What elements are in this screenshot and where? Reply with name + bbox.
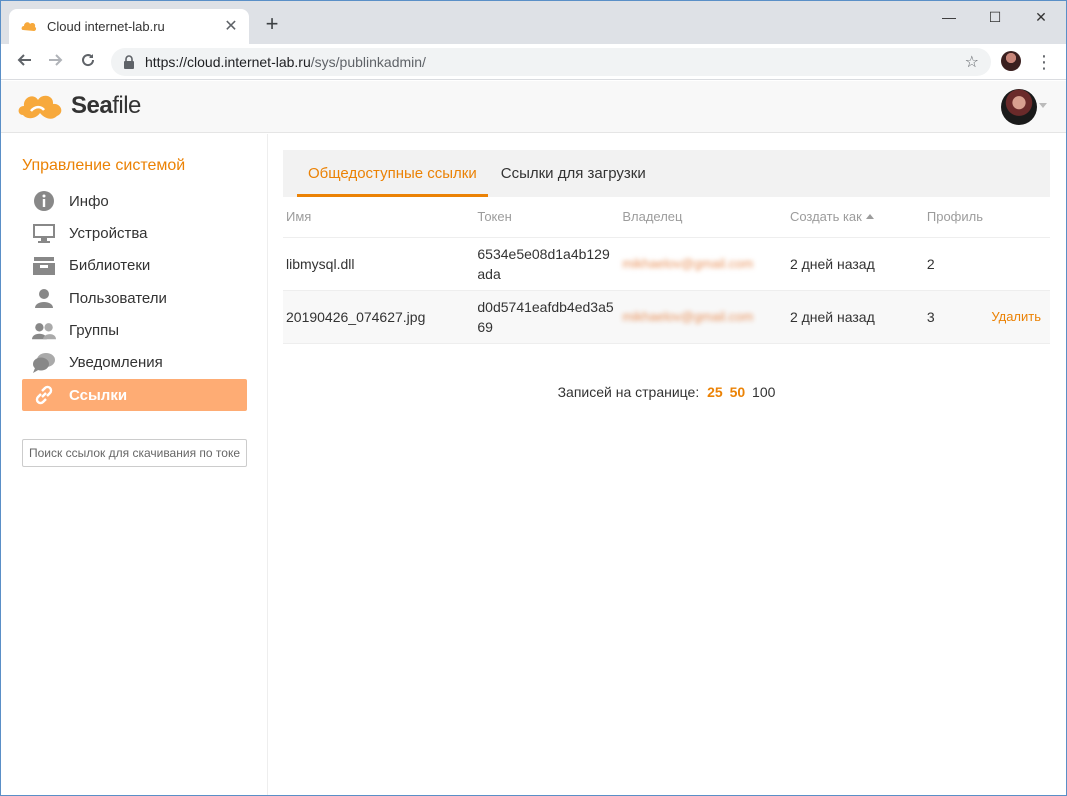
logo-text-bold: Sea: [71, 92, 113, 119]
sidebar-item-label: Группы: [69, 322, 119, 340]
seafile-logo-icon: [18, 95, 62, 119]
browser-menu-icon[interactable]: ⋮: [1035, 51, 1053, 73]
browser-window: Cloud internet-lab.ru ✕ + — ☐ ✕ https://…: [0, 0, 1067, 796]
pager-label: Записей на странице:: [557, 384, 700, 400]
sidebar-title: Управление системой: [22, 157, 186, 174]
reload-icon[interactable]: [77, 51, 99, 73]
forward-arrow-icon[interactable]: [45, 51, 67, 73]
tab-bar: Общедоступные ссылки Ссылки для загрузки: [283, 150, 1050, 197]
archive-icon: [32, 255, 56, 277]
column-created-label: Создать как: [789, 209, 862, 225]
token-line: 69: [477, 318, 493, 335]
cell-name: libmysql.dll: [283, 237, 475, 291]
address-bar[interactable]: https://cloud.internet-lab.ru/sys/publin…: [111, 48, 991, 76]
url-path: /sys/publinkadmin/: [310, 54, 426, 70]
column-token: Токен: [474, 197, 620, 238]
pagination: Записей на странице: 25 50 100: [283, 384, 1050, 400]
sidebar-item-libraries[interactable]: Библиотеки: [22, 250, 247, 282]
per-page-50[interactable]: 50: [730, 384, 746, 400]
tab-public-links[interactable]: Общедоступные ссылки: [297, 150, 488, 197]
maximize-button[interactable]: ☐: [972, 7, 1018, 27]
sidebar-item-info[interactable]: Инфо: [22, 185, 247, 217]
tab-strip: Cloud internet-lab.ru ✕ + — ☐ ✕: [1, 1, 1066, 44]
sidebar-item-label: Библиотеки: [69, 257, 151, 275]
table-header-row: Имя Токен Владелец Создать как Профиль: [283, 197, 1050, 238]
seafile-favicon-icon: [21, 19, 37, 35]
caret-down-icon[interactable]: [1039, 103, 1047, 108]
seafile-logo[interactable]: Seafile: [17, 89, 141, 123]
table-row: libmysql.dll 6534e5e08d1a4b129 ada mikhae…: [283, 237, 1050, 291]
cell-owner: mikhaelov@gmail.com: [619, 290, 787, 344]
sidebar-item-groups[interactable]: Группы: [22, 315, 247, 347]
token-line: 6534e5e08d1a4b129: [477, 245, 610, 262]
tab-upload-links[interactable]: Ссылки для загрузки: [490, 150, 657, 197]
app-header: Seafile: [1, 81, 1066, 133]
browser-toolbar: https://cloud.internet-lab.ru/sys/publin…: [1, 44, 1066, 80]
url-text: https://cloud.internet-lab.ru/sys/publin…: [145, 54, 426, 70]
info-icon: [32, 190, 56, 212]
cell-created: 2 дней назад: [786, 237, 924, 291]
cell-token: 6534e5e08d1a4b129 ada: [474, 237, 620, 291]
cell-created: 2 дней назад: [786, 290, 924, 344]
user-avatar[interactable]: [1001, 89, 1037, 125]
cell-views: 3: [923, 290, 986, 344]
sidebar-nav: Инфо Устройства Библиотеки Пользователи: [22, 185, 247, 412]
cell-name: 20190426_074627.jpg: [283, 290, 475, 344]
column-owner: Владелец: [619, 197, 787, 238]
logo-text-rest: file: [112, 92, 141, 119]
link-search-input[interactable]: [22, 439, 247, 467]
main-content: Общедоступные ссылки Ссылки для загрузки…: [283, 150, 1050, 344]
owner-email-blurred: mikhaelov@gmail.com: [622, 309, 754, 324]
sidebar: Управление системой Инфо Устройства Библ…: [1, 134, 268, 795]
lock-icon: [123, 55, 135, 69]
per-page-25[interactable]: 25: [707, 384, 723, 400]
sidebar-item-users[interactable]: Пользователи: [22, 282, 247, 314]
monitor-icon: [32, 222, 56, 244]
sidebar-item-label: Инфо: [69, 192, 109, 210]
owner-email-blurred: mikhaelov@gmail.com: [622, 256, 754, 271]
links-table: Имя Токен Владелец Создать как Профиль l…: [283, 197, 1050, 344]
sidebar-item-label: Ссылки: [69, 386, 128, 404]
delete-link-button[interactable]: Удалить: [986, 290, 1050, 344]
table-row: 20190426_074627.jpg d0d5741eafdb4ed3a5 69…: [283, 290, 1050, 344]
tab-title: Cloud internet-lab.ru: [47, 19, 165, 34]
column-created[interactable]: Создать как: [786, 197, 924, 238]
cell-token: d0d5741eafdb4ed3a5 69: [474, 290, 620, 344]
cell-action: [986, 237, 1050, 291]
browser-tab[interactable]: Cloud internet-lab.ru ✕: [9, 9, 249, 44]
column-views: Профиль: [923, 197, 986, 238]
sidebar-item-links[interactable]: Ссылки: [22, 379, 247, 412]
url-host: https://cloud.internet-lab.ru: [145, 54, 311, 70]
sidebar-item-label: Пользователи: [69, 289, 167, 307]
bookmark-star-icon[interactable]: ☆: [965, 52, 979, 72]
logo-text: Seafile: [71, 92, 141, 120]
sidebar-item-notifications[interactable]: Уведомления: [22, 347, 247, 379]
token-line: ada: [477, 265, 501, 282]
tab-close-icon[interactable]: ✕: [223, 18, 239, 35]
back-arrow-icon[interactable]: [13, 51, 35, 73]
sidebar-item-devices[interactable]: Устройства: [22, 217, 247, 249]
per-page-100[interactable]: 100: [752, 384, 775, 400]
chat-icon: [32, 352, 56, 374]
cell-owner: mikhaelov@gmail.com: [619, 237, 787, 291]
profile-avatar[interactable]: [1001, 51, 1021, 71]
sidebar-item-label: Уведомления: [69, 354, 163, 372]
group-icon: [32, 320, 56, 342]
user-icon: [32, 287, 56, 309]
sort-ascending-icon: [865, 214, 874, 220]
link-icon: [32, 384, 56, 406]
window-close-button[interactable]: ✕: [1018, 7, 1064, 27]
column-actions: [986, 197, 1050, 238]
minimize-button[interactable]: —: [926, 7, 972, 27]
sidebar-item-label: Устройства: [69, 224, 148, 242]
column-name: Имя: [283, 197, 475, 238]
new-tab-button[interactable]: +: [263, 13, 281, 35]
token-line: d0d5741eafdb4ed3a5: [477, 298, 614, 315]
cell-views: 2: [923, 237, 986, 291]
